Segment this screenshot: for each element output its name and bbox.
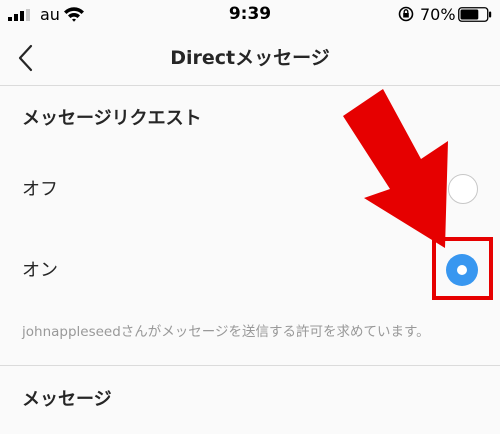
page-title: Directメッセージ: [170, 47, 330, 69]
status-bar: au 9:39 70%: [0, 0, 500, 30]
helper-text: johnappleseedさんがメッセージを送信する許可を求めています。: [22, 324, 430, 340]
option-on-label: オン: [22, 260, 58, 281]
battery-percent: 70%: [420, 5, 456, 24]
battery-icon: [458, 7, 492, 22]
orientation-lock-icon: [398, 6, 414, 22]
nav-bar: Directメッセージ: [0, 30, 500, 85]
red-arrow-icon: [343, 89, 448, 248]
section-divider: [0, 365, 500, 366]
option-off-label: オフ: [22, 179, 58, 200]
section-title-message-requests: メッセージリクエスト: [22, 108, 202, 129]
screen: au 9:39 70% Directメッセージ メッセージリクエスト オフ オン…: [0, 0, 500, 434]
section-title-messages: メッセージ: [22, 389, 112, 410]
